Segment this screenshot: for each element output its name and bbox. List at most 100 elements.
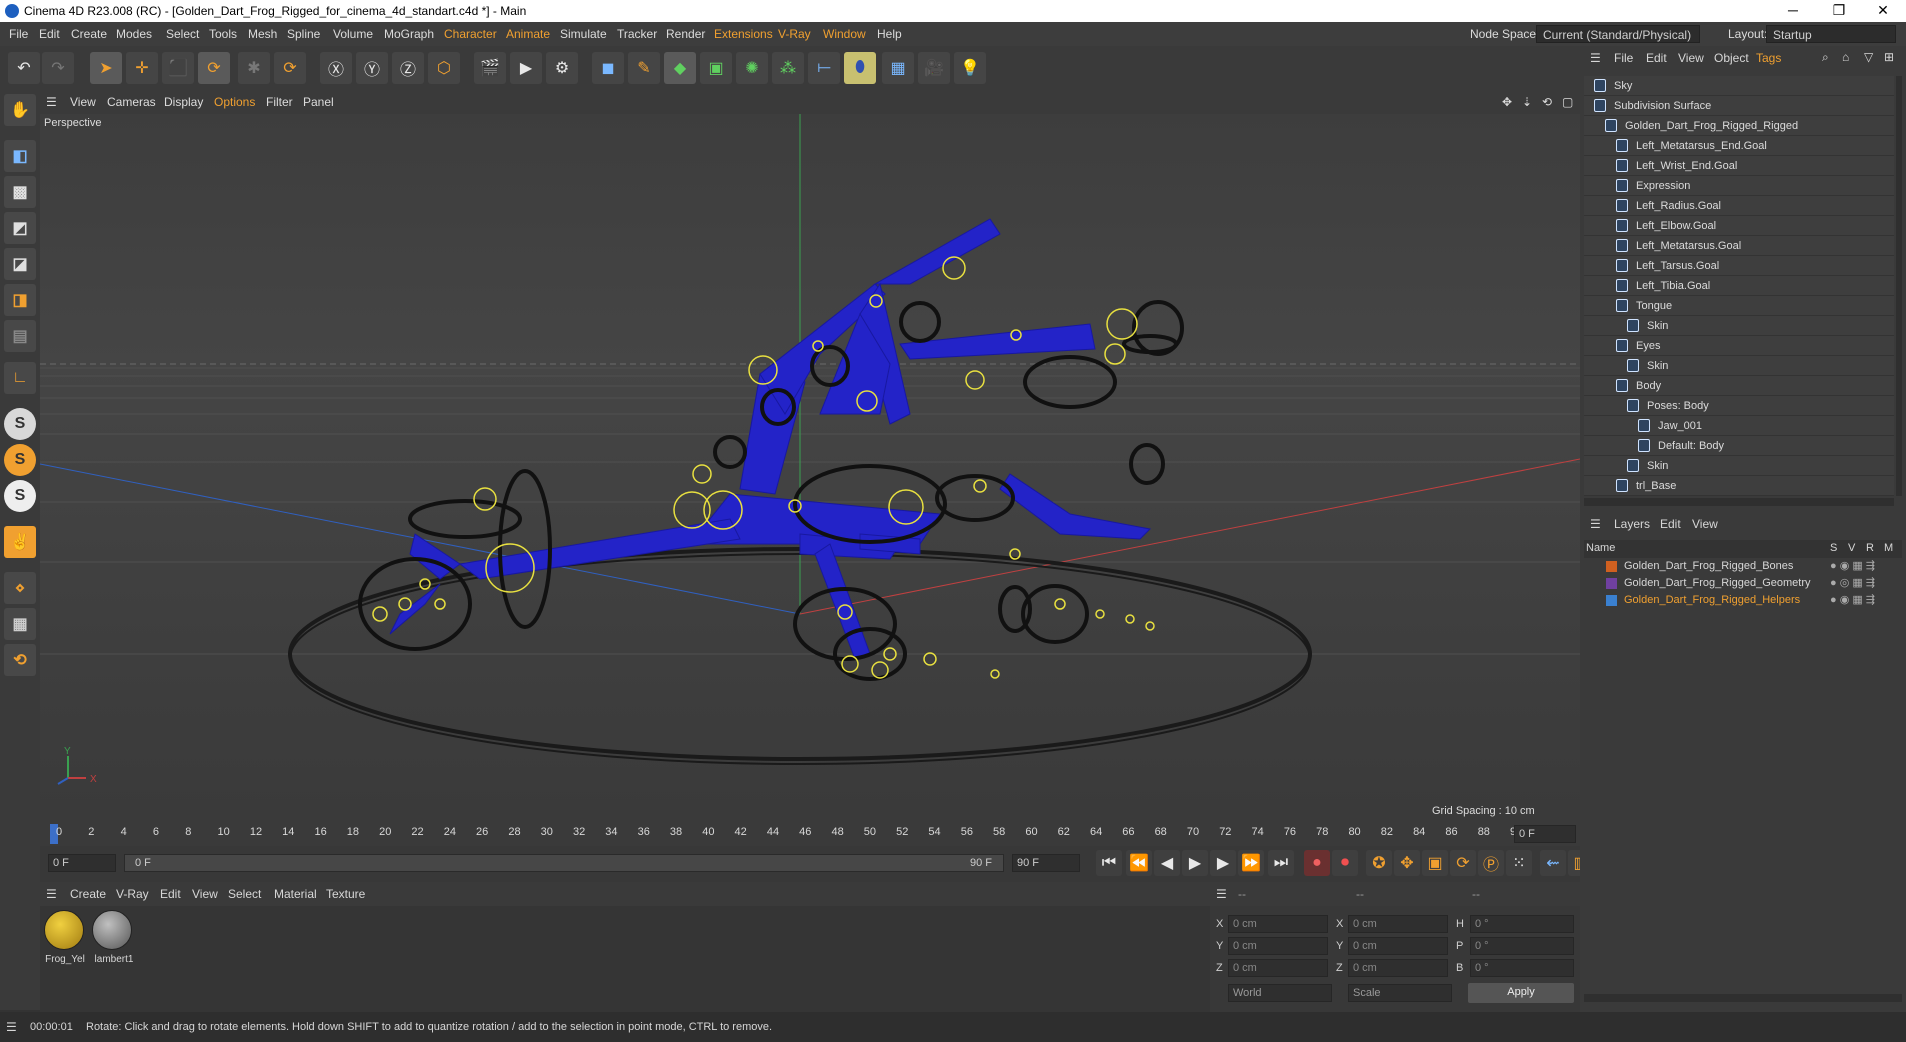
render-region-icon[interactable]: 🎬 [474, 52, 506, 84]
auto-key-icon[interactable]: ⏺ [1332, 850, 1358, 876]
cycle-icon[interactable]: ⟳ [274, 52, 306, 84]
object-menu-view[interactable]: View [1678, 51, 1704, 65]
cube-icon[interactable]: ◼ [592, 52, 624, 84]
viewport-menu-view[interactable]: View [70, 95, 96, 109]
menu-mograph[interactable]: MoGraph [384, 27, 434, 41]
model-mode-icon[interactable]: ◧ [4, 140, 36, 172]
end-frame-field[interactable]: 90 F [1012, 854, 1080, 872]
layer-menu-icon[interactable]: ☰ [1590, 517, 1601, 531]
menu-mesh[interactable]: Mesh [248, 27, 277, 41]
rotate-icon[interactable]: ⟳ [198, 52, 230, 84]
layer-menu-view[interactable]: View [1692, 517, 1718, 531]
menu-simulate[interactable]: Simulate [560, 27, 607, 41]
next-key-icon[interactable]: ⏩ [1238, 850, 1264, 876]
object-tree-row[interactable]: Tongue [1584, 296, 1894, 316]
menu-modes[interactable]: Modes [116, 27, 152, 41]
next-frame-icon[interactable]: ▶ [1210, 850, 1236, 876]
layer-flags[interactable]: ● ◎ ▦ ⇶ [1830, 576, 1875, 589]
record-keys-icon[interactable]: ● [1304, 850, 1330, 876]
key-scale-icon[interactable]: ▣ [1422, 850, 1448, 876]
timeline-ruler[interactable]: 0 2 4 6 8 10 12 14 16 18 20 22 24 26 28 30 32 34 36 38 40 42 4… [40, 822, 1580, 846]
recent-tool-icon[interactable]: ✱ [238, 52, 270, 84]
layout-dropdown[interactable]: Startup [1766, 25, 1896, 43]
viewport-menu-display[interactable]: Display [164, 95, 203, 109]
move-icon[interactable]: ✛ [126, 52, 158, 84]
snap-icon[interactable]: S [4, 408, 36, 440]
viewport-menu-panel[interactable]: Panel [303, 95, 334, 109]
coord-rot-b[interactable]: 0 ° [1470, 959, 1574, 977]
menu-render[interactable]: Render [666, 27, 705, 41]
viewport-menu-options[interactable]: Options [214, 95, 255, 109]
lock-workplane-icon[interactable]: ▦ [4, 608, 36, 640]
key-pla-icon[interactable]: ⁙ [1506, 850, 1532, 876]
menu-edit[interactable]: Edit [39, 27, 60, 41]
object-menu-object[interactable]: Object [1714, 51, 1749, 65]
coord-pos-y[interactable]: 0 cm [1228, 937, 1328, 955]
object-tree-row[interactable]: trl_Base [1584, 476, 1894, 496]
layer-row[interactable]: Golden_Dart_Frog_Rigged_Helpers ● ◉ ▦ ⇶ [1584, 592, 1902, 609]
menu-select[interactable]: Select [166, 27, 199, 41]
viewport-menu-icon[interactable]: ☰ [46, 95, 57, 109]
object-tree-row[interactable]: Skin [1584, 356, 1894, 376]
menu-volume[interactable]: Volume [333, 27, 373, 41]
camera-icon[interactable]: 🎥 [918, 52, 950, 84]
menu-vray[interactable]: V-Ray [778, 27, 811, 41]
axis-mode-icon[interactable]: ∟ [4, 362, 36, 394]
polygons-mode-icon[interactable]: ◨ [4, 284, 36, 316]
home-icon[interactable]: ⌂ [1842, 50, 1849, 64]
render-view-icon[interactable]: ▶ [510, 52, 542, 84]
snap-settings-icon[interactable]: S [4, 444, 36, 476]
object-tree-row[interactable]: Default: Body [1584, 436, 1894, 456]
object-menu-edit[interactable]: Edit [1646, 51, 1667, 65]
live-select-icon[interactable]: ➤ [90, 52, 122, 84]
viewport-rotate-icon[interactable]: ⟲ [1542, 95, 1552, 109]
object-tree-row[interactable]: Left_Elbow.Goal [1584, 216, 1894, 236]
object-tree-row[interactable]: Golden_Dart_Frog_Rigged_Rigged [1584, 116, 1894, 136]
object-tree-row[interactable]: Left_Tarsus.Goal [1584, 256, 1894, 276]
status-menu-icon[interactable]: ☰ [6, 1020, 17, 1034]
material-swatch-lambert[interactable]: lambert1 [92, 910, 136, 972]
layer-row[interactable]: Golden_Dart_Frog_Rigged_Geometry ● ◎ ▦ ⇶ [1584, 575, 1902, 592]
floor-icon[interactable]: ▦ [882, 52, 914, 84]
coord-size-y[interactable]: 0 cm [1348, 937, 1448, 955]
render-settings-icon[interactable]: ⚙ [546, 52, 578, 84]
quantize-icon[interactable]: S [4, 480, 36, 512]
filter-icon[interactable]: ▽ [1864, 50, 1873, 64]
make-editable-icon[interactable]: ✋ [4, 94, 36, 126]
edges-mode-icon[interactable]: ◪ [4, 248, 36, 280]
light-icon[interactable]: 💡 [954, 52, 986, 84]
menu-window[interactable]: Window [823, 27, 866, 41]
cloner-icon[interactable]: ✺ [736, 52, 768, 84]
material-menu-create[interactable]: Create [70, 887, 106, 901]
perspective-viewport[interactable]: Perspective Grid Spacing : 10 cm Y X [40, 114, 1580, 822]
object-menu-file[interactable]: File [1614, 51, 1633, 65]
object-tree-row[interactable]: Left_Tibia.Goal [1584, 276, 1894, 296]
z-axis-lock-icon[interactable]: Ⓩ [392, 52, 424, 84]
material-menu-icon[interactable]: ☰ [46, 887, 57, 901]
object-tree-row[interactable]: Body [1584, 376, 1894, 396]
menu-character[interactable]: Character [444, 27, 497, 41]
coordinate-system-icon[interactable]: ⬡ [428, 52, 460, 84]
menu-help[interactable]: Help [877, 27, 902, 41]
search-icon[interactable]: ⌕ [1822, 50, 1829, 65]
layer-hscroll[interactable] [1584, 994, 1902, 1002]
key-selection-icon[interactable]: ✪ [1366, 850, 1392, 876]
y-axis-lock-icon[interactable]: Ⓨ [356, 52, 388, 84]
extrude-icon[interactable]: ▣ [700, 52, 732, 84]
workplane-icon[interactable]: ✌ [4, 526, 36, 558]
deformer-icon[interactable]: ⬮ [844, 52, 876, 84]
range-slider[interactable]: 0 F 90 F [124, 854, 1004, 872]
object-tree-row[interactable]: Left_Radius.Goal [1584, 196, 1894, 216]
current-frame-field[interactable]: 0 F [1514, 825, 1576, 843]
close-icon[interactable]: ✕ [1860, 2, 1906, 19]
material-menu-edit[interactable]: Edit [160, 887, 181, 901]
menu-create[interactable]: Create [71, 27, 107, 41]
align-workplane-icon[interactable]: ⟲ [4, 644, 36, 676]
subdivision-icon[interactable]: ◆ [664, 52, 696, 84]
start-frame-field[interactable]: 0 F [48, 854, 116, 872]
coord-rot-p[interactable]: 0 ° [1470, 937, 1574, 955]
menu-extensions[interactable]: Extensions [714, 27, 773, 41]
object-tree-row[interactable]: Jaw_001 [1584, 416, 1894, 436]
coord-menu-icon[interactable]: ☰ [1216, 887, 1227, 901]
layer-flags[interactable]: ● ◉ ▦ ⇶ [1830, 559, 1875, 572]
